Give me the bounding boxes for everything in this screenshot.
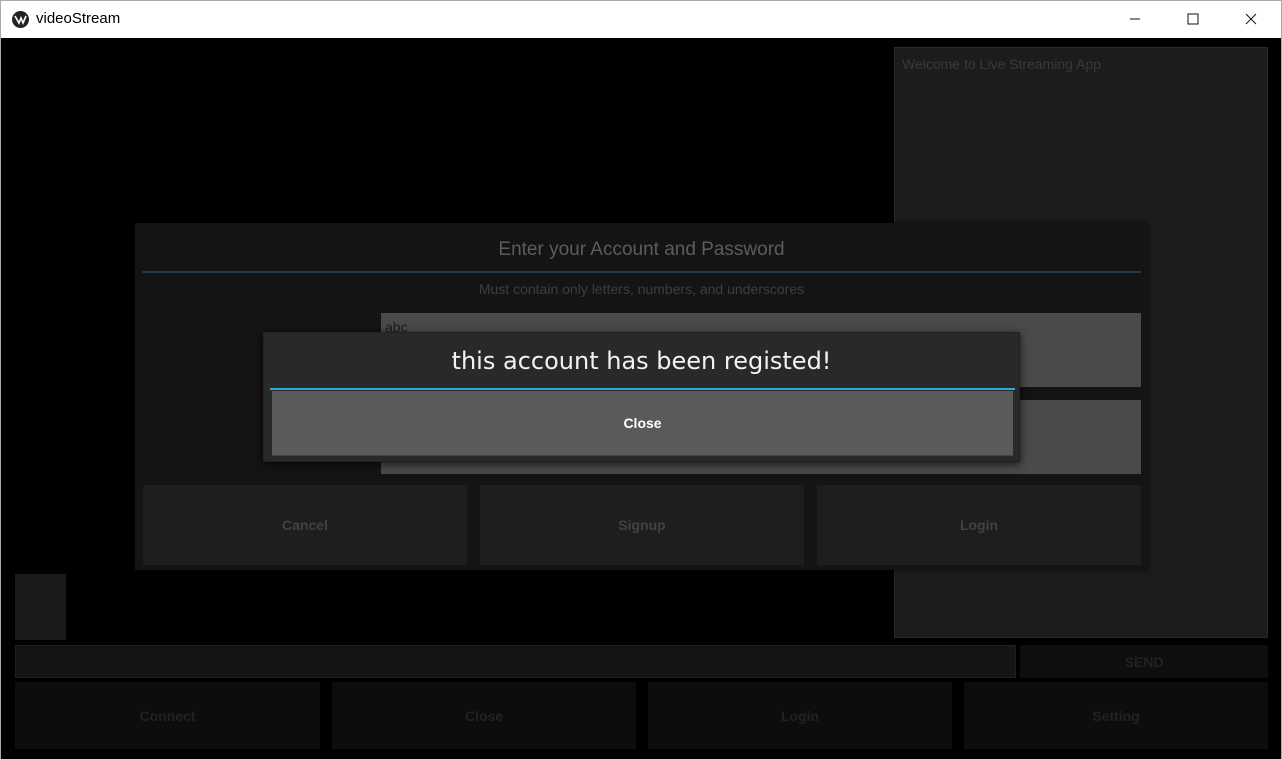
login-popup-title: Enter your Account and Password: [498, 239, 785, 260]
app-content: Welcome to Live Streaming App SEND Conne…: [1, 38, 1281, 759]
setting-button[interactable]: Setting: [964, 682, 1268, 749]
cancel-button[interactable]: Cancel: [143, 485, 467, 565]
message-input[interactable]: [15, 645, 1016, 678]
connect-button[interactable]: Connect: [15, 682, 320, 749]
toolbar-login-button[interactable]: Login: [648, 682, 952, 749]
kivy-logo-icon: [12, 11, 29, 28]
alert-close-button[interactable]: Close: [272, 391, 1013, 456]
signup-button[interactable]: Signup: [480, 485, 804, 565]
close-window-button[interactable]: [1222, 1, 1280, 38]
alert-message: this account has been registed!: [451, 347, 832, 375]
login-popup-divider: [142, 271, 1141, 273]
close-stream-button[interactable]: Close: [332, 682, 636, 749]
app-window: videoStream Welcome to Live Streaming Ap…: [0, 0, 1282, 759]
title-bar[interactable]: videoStream: [1, 1, 1281, 38]
alert-divider: [270, 388, 1015, 390]
chat-welcome-text: Welcome to Live Streaming App: [902, 56, 1101, 72]
alert-dialog: this account has been registed! Close: [263, 332, 1020, 462]
window-title: videoStream: [36, 10, 121, 27]
minimize-icon: [1129, 10, 1141, 29]
preview-box: [15, 574, 66, 640]
login-button[interactable]: Login: [817, 485, 1141, 565]
maximize-button[interactable]: [1164, 1, 1222, 38]
maximize-icon: [1187, 10, 1199, 29]
close-icon: [1245, 10, 1257, 29]
minimize-button[interactable]: [1106, 1, 1164, 38]
send-button[interactable]: SEND: [1020, 645, 1268, 678]
login-popup-hint: Must contain only letters, numbers, and …: [478, 281, 805, 297]
